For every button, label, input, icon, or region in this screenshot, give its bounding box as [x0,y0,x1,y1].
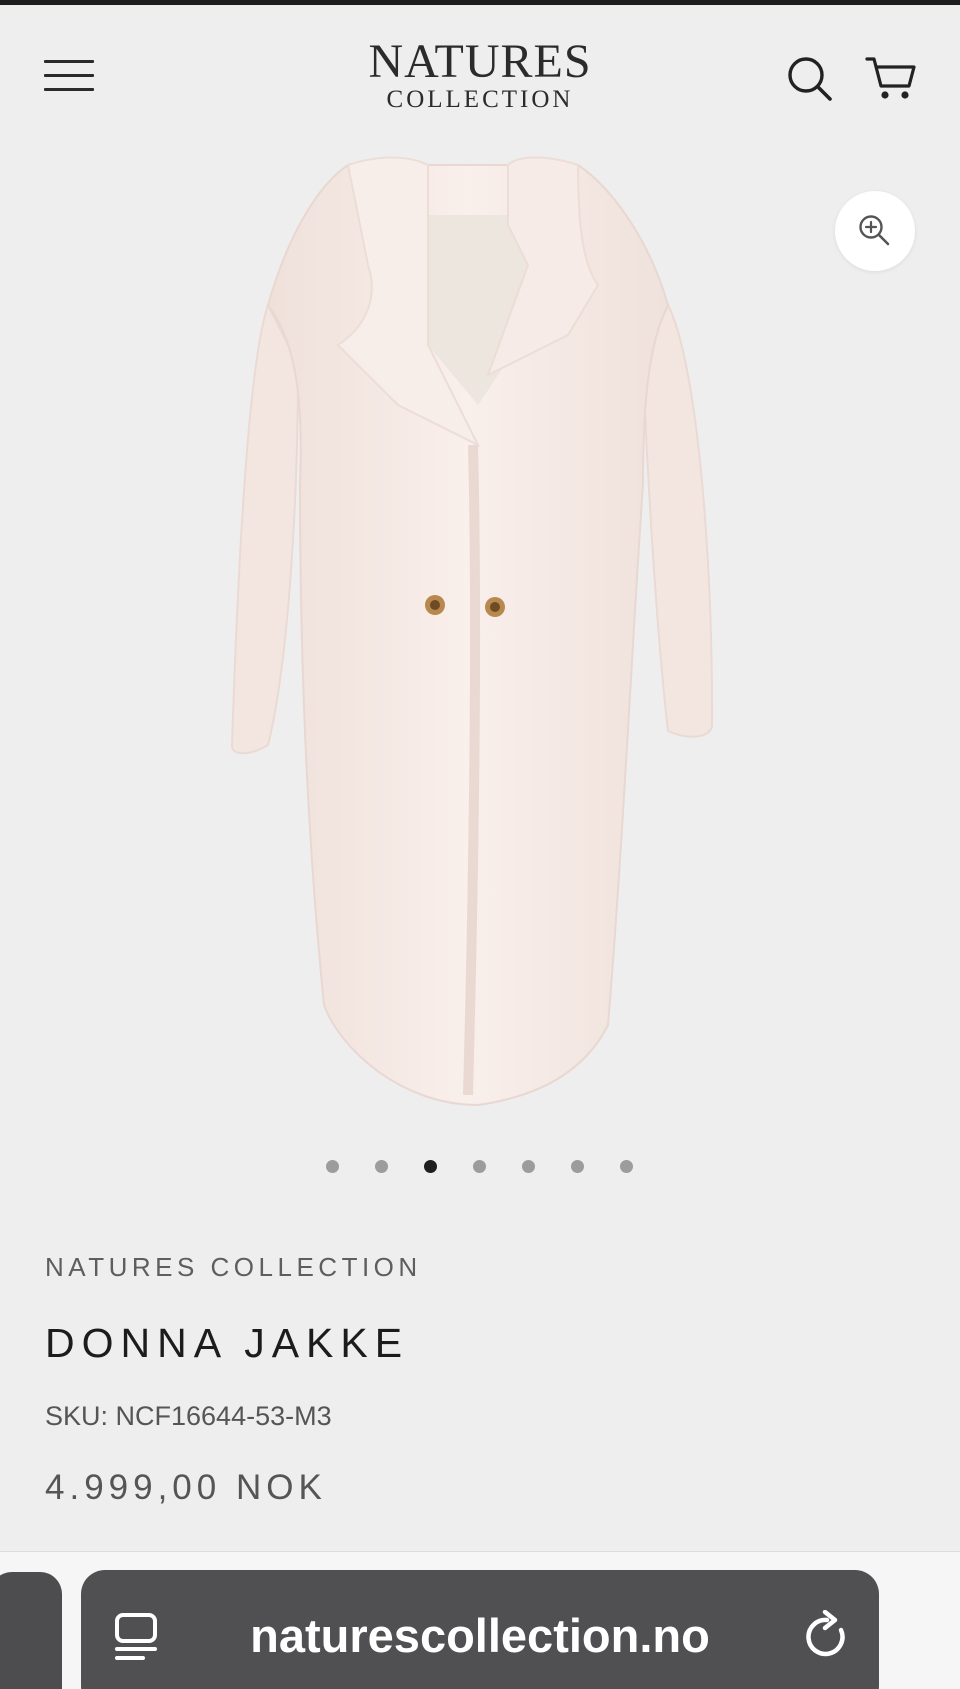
gallery-dot[interactable] [620,1160,633,1173]
zoom-in-icon [859,215,890,246]
product-image-coat [231,156,714,1107]
gallery-pagination [0,1160,960,1174]
cart-icon[interactable] [865,53,917,103]
site-header: NATURES COLLECTION [0,5,960,145]
gallery-dot[interactable] [375,1160,388,1173]
product-title: DONNA JAKKE [45,1320,410,1366]
product-gallery[interactable] [0,145,960,1135]
site-logo[interactable]: NATURES COLLECTION [330,37,630,113]
browser-toolbar: naturescollection.no [0,1551,960,1689]
previous-tab[interactable] [0,1572,62,1689]
url-text: naturescollection.no [250,1609,710,1662]
product-brand[interactable]: NATURES COLLECTION [45,1252,422,1283]
address-bar[interactable]: naturescollection.no [81,1570,879,1689]
gallery-dot-active[interactable] [424,1160,437,1173]
product-price: 4.999,00 NOK [45,1468,327,1507]
hamburger-menu-icon[interactable] [44,60,94,94]
gallery-dot[interactable] [522,1160,535,1173]
logo-text-natures: NATURES [368,35,592,88]
gallery-dot[interactable] [326,1160,339,1173]
product-sku: SKU: NCF16644-53-M3 [45,1401,332,1431]
search-icon[interactable] [786,55,834,103]
reload-icon [806,1610,845,1657]
zoom-button[interactable] [835,191,915,271]
gallery-dot[interactable] [571,1160,584,1173]
logo-text-collection: COLLECTION [386,86,574,113]
gallery-dot[interactable] [473,1160,486,1173]
